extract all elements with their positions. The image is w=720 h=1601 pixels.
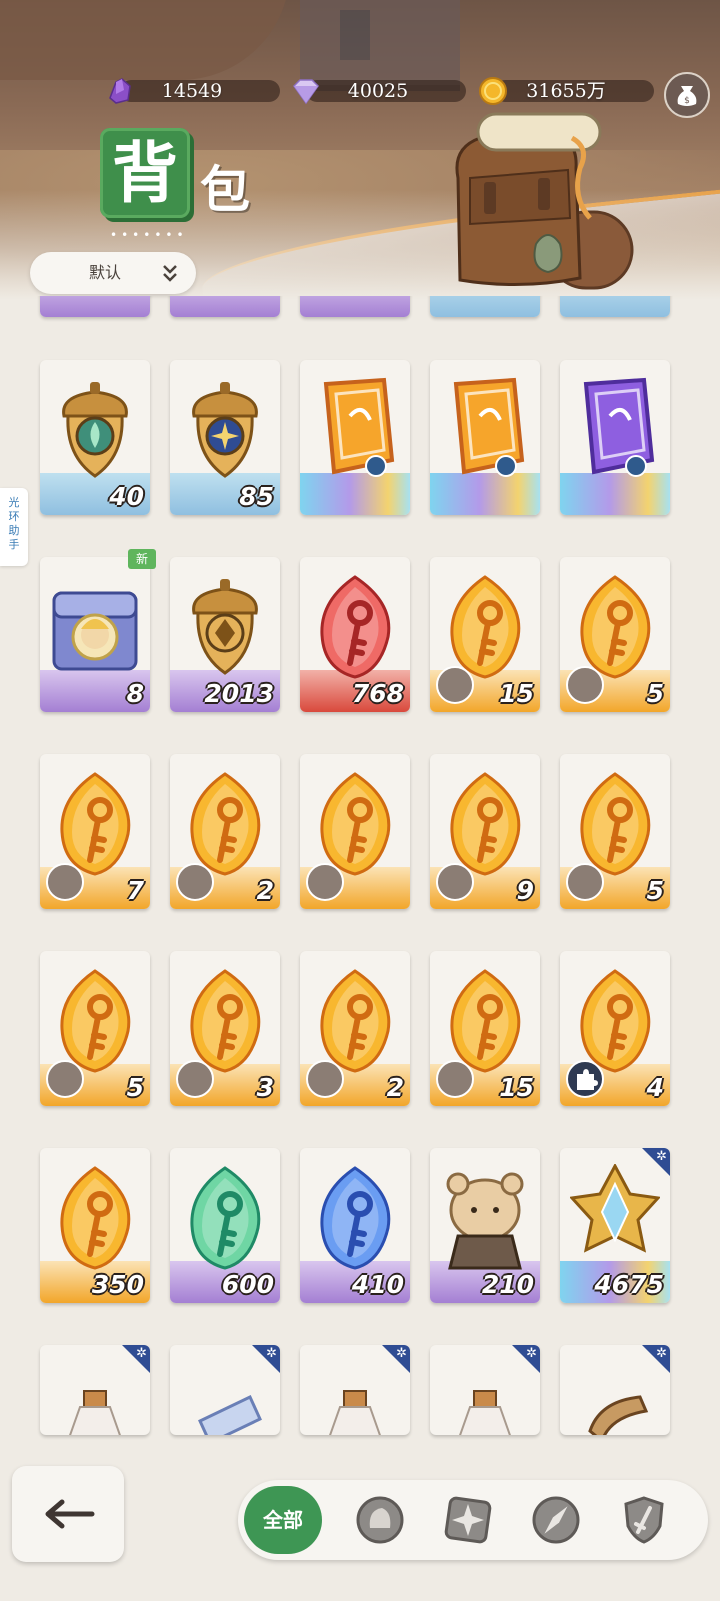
currency-value: 31655万 (526, 80, 606, 102)
title-dots: ••••••• (110, 228, 188, 242)
item-card[interactable] (430, 360, 540, 515)
category-tabs: 全部 (238, 1480, 708, 1560)
item-card[interactable] (560, 360, 670, 515)
item-count: 15 (499, 1073, 534, 1102)
item-card-partial[interactable] (560, 296, 670, 317)
item-count: 4 (646, 1073, 664, 1102)
item-count: 350 (91, 1270, 144, 1299)
item-count: 768 (351, 679, 404, 708)
tab-all[interactable]: 全部 (244, 1486, 322, 1554)
item-card[interactable]: 2 (300, 951, 410, 1106)
item-card[interactable]: 600 (170, 1148, 280, 1303)
backpack-illustration (455, 112, 634, 290)
item-count: 2 (256, 876, 274, 905)
item-card[interactable]: 2013 (170, 557, 280, 712)
item-card[interactable] (300, 360, 410, 515)
svg-text:$: $ (684, 96, 690, 106)
item-card[interactable]: ✲ (170, 1345, 280, 1435)
character-avatar (306, 863, 344, 901)
character-avatar (566, 863, 604, 901)
currency-value: 40025 (347, 80, 409, 102)
item-card[interactable]: ✲ 4675 (560, 1148, 670, 1303)
inventory-grid: 40 85 8 新 2013 768 15 5 7 2 9 5 5 3 2 15 … (0, 296, 720, 1446)
character-avatar (46, 1060, 84, 1098)
item-card[interactable]: 85 (170, 360, 280, 515)
character-avatar (436, 666, 474, 704)
item-count: 40 (109, 482, 144, 511)
item-card[interactable]: 7 (40, 754, 150, 909)
item-card-partial[interactable] (430, 296, 540, 317)
currency-gold[interactable]: 31655万 (478, 76, 654, 106)
character-avatar (306, 1060, 344, 1098)
title-tile: 背 (100, 128, 190, 218)
item-count: 4675 (594, 1270, 664, 1299)
item-card[interactable]: ✲ (430, 1345, 540, 1435)
item-card[interactable]: 350 (40, 1148, 150, 1303)
item-count: 9 (516, 876, 534, 905)
item-card[interactable]: 15 (430, 557, 540, 712)
character-avatar (566, 666, 604, 704)
character-avatar (46, 863, 84, 901)
item-card-partial[interactable] (300, 296, 410, 317)
currency-diamond[interactable]: 40025 (290, 76, 466, 106)
item-card[interactable]: ✲ (40, 1345, 150, 1435)
item-count: 410 (351, 1270, 404, 1299)
puzzle-icon (566, 1060, 604, 1098)
item-count: 2013 (204, 679, 274, 708)
item-card[interactable]: 210 (430, 1148, 540, 1303)
item-card[interactable]: 768 (300, 557, 410, 712)
item-card[interactable] (300, 754, 410, 909)
sort-dropdown[interactable]: 默认 (30, 252, 196, 294)
new-badge: 新 (128, 549, 156, 569)
character-avatar (176, 1060, 214, 1098)
item-card[interactable]: ✲ (300, 1345, 410, 1435)
item-count: 5 (646, 876, 664, 905)
compass-category-icon[interactable] (530, 1494, 582, 1546)
item-count: 85 (239, 482, 274, 511)
item-card[interactable]: 4 (560, 951, 670, 1106)
shield-sword-category-icon[interactable] (618, 1494, 670, 1546)
item-card-partial[interactable] (40, 296, 150, 317)
item-card[interactable]: 2 (170, 754, 280, 909)
character-avatar (436, 1060, 474, 1098)
item-count: 5 (126, 1073, 144, 1102)
item-count: 7 (126, 876, 144, 905)
item-count: 210 (481, 1270, 534, 1299)
item-card[interactable]: 3 (170, 951, 280, 1106)
item-card[interactable]: 5 (560, 754, 670, 909)
item-card[interactable]: 410 (300, 1148, 410, 1303)
currency-purple-crystal[interactable]: 14549 (104, 76, 280, 106)
item-count: 15 (499, 679, 534, 708)
item-card[interactable]: ✲ (560, 1345, 670, 1435)
item-count: 2 (386, 1073, 404, 1102)
character-avatar (436, 863, 474, 901)
page-title-char: 包 (200, 160, 250, 219)
item-count: 600 (221, 1270, 274, 1299)
character-avatar (176, 863, 214, 901)
item-count: 5 (646, 679, 664, 708)
item-card-partial[interactable] (170, 296, 280, 317)
item-card[interactable]: 15 (430, 951, 540, 1106)
item-card[interactable]: 9 (430, 754, 540, 909)
page-title-char: 背 (112, 134, 178, 212)
helmet-category-icon[interactable] (354, 1494, 406, 1546)
item-card[interactable]: 5 (40, 951, 150, 1106)
item-card[interactable]: 40 (40, 360, 150, 515)
money-bag-icon: $ (677, 86, 697, 106)
sort-label: 默认 (88, 263, 121, 282)
item-card[interactable]: 5 (560, 557, 670, 712)
coin-bag-button[interactable]: $ (664, 72, 710, 118)
back-arrow-icon (45, 1499, 95, 1529)
item-count: 8 (126, 679, 144, 708)
back-button[interactable] (12, 1466, 124, 1562)
compass-star-category-icon[interactable] (442, 1494, 494, 1546)
chevron-down-icon (163, 265, 177, 282)
item-card[interactable]: 8 (40, 557, 150, 712)
item-count: 3 (256, 1073, 274, 1102)
currency-value: 14549 (161, 80, 223, 102)
